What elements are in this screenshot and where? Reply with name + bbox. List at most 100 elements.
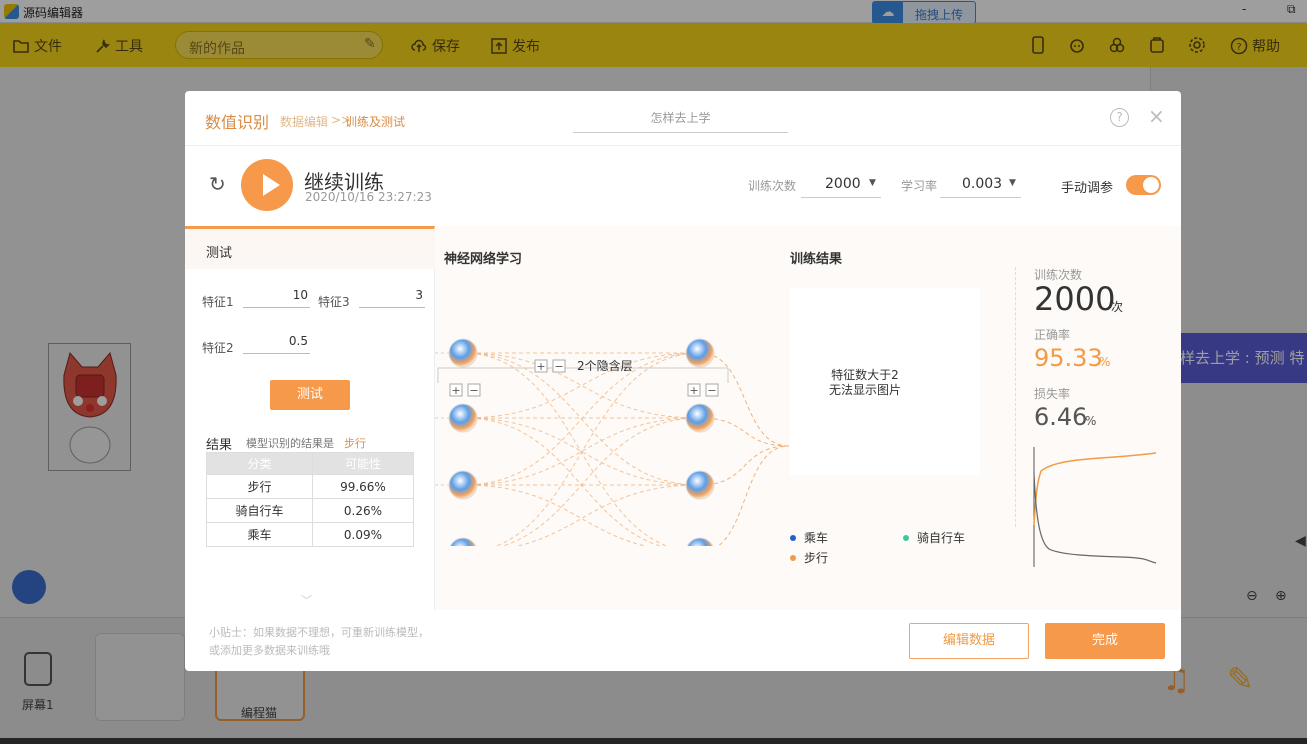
feature-1-input[interactable]: 10 bbox=[243, 288, 310, 308]
train-play-button[interactable] bbox=[241, 159, 293, 211]
network-edge bbox=[462, 417, 701, 486]
network-edge bbox=[500, 417, 701, 546]
network-edges bbox=[435, 352, 790, 546]
results-message-line2: 无法显示图片 bbox=[828, 383, 901, 397]
metric-accuracy-unit: % bbox=[1099, 355, 1111, 369]
add-hidden-layer-icon: + bbox=[536, 360, 545, 373]
network-output-edge bbox=[717, 445, 790, 546]
test-button[interactable]: 测试 bbox=[270, 380, 350, 410]
breadcrumb-current: 训练及测试 bbox=[345, 115, 406, 129]
training-curve-chart bbox=[1033, 447, 1157, 567]
table-row: 骑自行车 0.26% bbox=[206, 498, 415, 523]
result-description: 模型识别的结果是 bbox=[246, 437, 334, 450]
feature-2-label: 特征2 bbox=[202, 341, 234, 355]
metric-epochs-value: 2000 bbox=[1034, 280, 1116, 318]
neuron-node bbox=[448, 403, 478, 433]
metrics-divider bbox=[1015, 267, 1016, 527]
metric-loss-unit: % bbox=[1085, 414, 1097, 428]
add-neuron-layer2-icon: + bbox=[689, 384, 698, 397]
legend-label: 步行 bbox=[804, 551, 829, 565]
result-value: 步行 bbox=[344, 437, 366, 450]
legend-dot-icon bbox=[790, 554, 796, 561]
training-modal: 数值识别 数据编辑 >> 训练及测试 怎样去上学 ? × ↻ 继续训练 2020… bbox=[185, 91, 1181, 671]
legend-dot-icon bbox=[790, 534, 796, 541]
cell-class: 步行 bbox=[206, 474, 313, 499]
neuron-node bbox=[448, 338, 478, 368]
table-row: 步行 99.66% bbox=[206, 474, 415, 499]
modal-title: 数值识别 bbox=[205, 113, 270, 132]
feature-3-input[interactable]: 3 bbox=[359, 288, 425, 308]
scroll-down-icon[interactable]: ﹀ bbox=[301, 592, 312, 608]
loss-curve bbox=[1033, 472, 1157, 564]
tip-line1: 小贴士：如果数据不理想，可重新训练模型， bbox=[209, 626, 429, 639]
feature-2-input[interactable]: 0.5 bbox=[243, 334, 310, 354]
play-icon bbox=[263, 174, 280, 196]
done-button[interactable]: 完成 bbox=[1045, 623, 1165, 659]
chevron-down-icon: ▼ bbox=[1009, 178, 1016, 188]
network-edge bbox=[462, 484, 648, 546]
help-icon[interactable]: ? bbox=[1110, 108, 1129, 127]
neuron-node bbox=[685, 338, 715, 368]
cell-probability: 0.09% bbox=[311, 522, 415, 547]
remove-neuron-layer2-icon: − bbox=[707, 384, 716, 397]
toggle-knob bbox=[1143, 177, 1159, 193]
learning-rate-value: 0.003 bbox=[962, 176, 1003, 192]
test-panel: 测试 特征1 10 特征3 3 特征2 0.5 测试 结果 模型识别的结果是 步… bbox=[185, 226, 435, 610]
network-edge bbox=[462, 417, 701, 486]
modal-header: 数值识别 数据编辑 >> 训练及测试 怎样去上学 ? × bbox=[185, 91, 1181, 146]
learning-rate-select[interactable]: 0.003 ▼ bbox=[940, 171, 1021, 198]
epochs-label: 训练次数 bbox=[748, 179, 797, 193]
train-timestamp: 2020/10/16 23:27:23 bbox=[305, 190, 432, 204]
feature-3-label: 特征3 bbox=[318, 295, 350, 309]
add-neuron-layer1-icon: + bbox=[451, 384, 460, 397]
neuron-node bbox=[686, 537, 714, 546]
edit-data-button[interactable]: 编辑数据 bbox=[909, 623, 1029, 659]
legend-item: 骑自行车 bbox=[903, 529, 965, 546]
table-row: 乘车 0.09% bbox=[206, 522, 415, 547]
breadcrumb-data-edit[interactable]: 数据编辑 bbox=[280, 113, 328, 130]
tip-line2: 或添加更多数据来训练哦 bbox=[209, 644, 330, 657]
chevron-down-icon: ▼ bbox=[869, 178, 876, 188]
metric-epochs-unit: 次 bbox=[1111, 300, 1124, 314]
feature-1-label: 特征1 bbox=[202, 295, 234, 309]
model-name-input[interactable]: 怎样去上学 bbox=[573, 109, 788, 133]
legend-item: 步行 bbox=[790, 549, 828, 566]
metric-loss-value: 6.46 bbox=[1034, 403, 1088, 431]
neuron-node bbox=[685, 470, 715, 500]
column-header-class: 分类 bbox=[206, 452, 313, 475]
cell-class: 骑自行车 bbox=[206, 498, 313, 523]
learning-rate-label: 学习率 bbox=[901, 179, 938, 193]
accuracy-curve bbox=[1033, 452, 1157, 526]
metric-accuracy-label: 正确率 bbox=[1034, 328, 1071, 342]
network-output-edge bbox=[699, 352, 790, 447]
metric-accuracy-value: 95.33 bbox=[1034, 344, 1103, 372]
neuron-node bbox=[448, 470, 478, 500]
legend-dot-icon bbox=[903, 534, 909, 541]
tab-test[interactable]: 测试 bbox=[185, 229, 435, 269]
legend-label: 骑自行车 bbox=[917, 531, 966, 545]
legend-label: 乘车 bbox=[804, 531, 829, 545]
remove-neuron-layer1-icon: − bbox=[469, 384, 478, 397]
network-edge bbox=[515, 484, 701, 546]
metric-loss-label: 损失率 bbox=[1034, 387, 1071, 401]
result-label: 结果 bbox=[206, 438, 233, 453]
neuron-node bbox=[449, 537, 477, 546]
results-visualization: 特征数大于2 无法显示图片 bbox=[790, 288, 980, 475]
table-header-row: 分类 可能性 bbox=[206, 452, 415, 475]
manual-tune-toggle[interactable] bbox=[1126, 175, 1161, 195]
remove-hidden-layer-icon: − bbox=[554, 360, 563, 373]
legend-item: 乘车 bbox=[790, 529, 828, 546]
close-icon[interactable]: × bbox=[1148, 104, 1165, 128]
cell-probability: 99.66% bbox=[311, 474, 415, 499]
reset-icon[interactable]: ↻ bbox=[209, 172, 226, 196]
network-edge bbox=[462, 352, 669, 546]
neuron-node bbox=[685, 403, 715, 433]
results-title: 训练结果 bbox=[790, 252, 843, 267]
network-output-edge bbox=[699, 445, 790, 486]
network-edge bbox=[462, 417, 663, 546]
result-table: 分类 可能性 步行 99.66% 骑自行车 0.26% 乘车 0.09% bbox=[206, 452, 415, 547]
epochs-select[interactable]: 2000 ▼ bbox=[801, 171, 881, 198]
epochs-value: 2000 bbox=[825, 176, 861, 192]
column-header-probability: 可能性 bbox=[311, 452, 415, 475]
neural-network-diagram: + − 2个隐含层 + − + − bbox=[435, 338, 790, 546]
